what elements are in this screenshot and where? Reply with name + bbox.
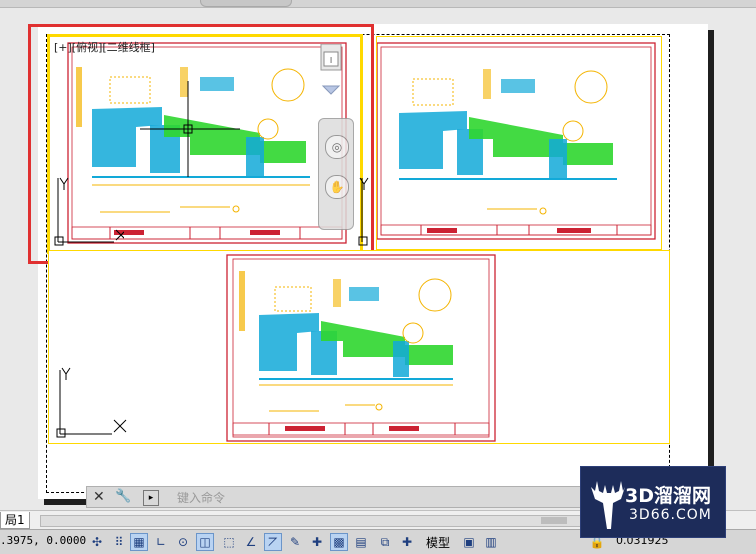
watermark-url: 3D66.COM	[629, 507, 712, 523]
osnap-icon[interactable]: ⬚	[220, 533, 238, 551]
drawing-sheet	[226, 254, 496, 442]
brand-watermark: 3D溜溜网 3D66.COM	[580, 466, 726, 538]
viewcube[interactable]: I	[319, 43, 343, 100]
svg-text:I: I	[330, 56, 332, 65]
viewport-top-right[interactable]	[376, 36, 662, 250]
watermark-brand: 3D溜溜网	[625, 485, 711, 507]
horizontal-scrollbar[interactable]	[40, 515, 582, 527]
units-icon[interactable]: ⧉	[376, 533, 394, 551]
scrollbar-thumb[interactable]	[541, 517, 567, 524]
ucs-icon	[358, 174, 378, 249]
viewport-bottom[interactable]	[48, 250, 670, 444]
tab-layout[interactable]: 局1	[0, 512, 30, 529]
wrench-icon[interactable]: 🔧	[115, 489, 131, 505]
command-line[interactable]: ✕ 🔧 ▸	[86, 486, 606, 508]
command-input[interactable]	[175, 488, 599, 508]
close-icon[interactable]: ✕	[93, 489, 107, 505]
selection-cycling-icon[interactable]: ▩	[330, 533, 348, 551]
coordinate-readout: .3975, 0.0000	[0, 534, 87, 547]
model-space-button[interactable]: 模型	[426, 534, 450, 551]
grid-icon[interactable]: ▦	[130, 533, 148, 551]
snap-icon[interactable]: ✣	[88, 533, 106, 551]
drawing-sheet	[377, 42, 656, 240]
command-prompt-icon[interactable]: ▸	[143, 490, 159, 506]
deer-logo-icon	[591, 481, 625, 529]
layout-viewports-icon[interactable]: ▥	[482, 533, 500, 551]
ucs-icon	[56, 366, 136, 441]
annotation-monitor-icon[interactable]: ▤	[352, 533, 370, 551]
window-top-strip	[0, 0, 756, 8]
isodraft-icon[interactable]: ◫	[196, 533, 214, 551]
dynamic-input-icon[interactable]: ⦢	[264, 533, 282, 551]
maximize-viewport-icon[interactable]: ▣	[460, 533, 478, 551]
osnap-tracking-icon[interactable]: ∠	[242, 533, 260, 551]
document-tab-stub[interactable]	[200, 0, 292, 7]
navigation-bar[interactable]: ◎ ✋	[318, 118, 354, 230]
lineweight-icon[interactable]: ✎	[286, 533, 304, 551]
polar-icon[interactable]: ⊙	[174, 533, 192, 551]
quick-properties-icon[interactable]: ✚	[398, 533, 416, 551]
steering-wheel-icon[interactable]: ◎	[325, 135, 349, 159]
ortho-icon[interactable]: ∟	[152, 533, 170, 551]
grid-snap-icon[interactable]: ⠿	[110, 533, 128, 551]
transparency-icon[interactable]: ✚	[308, 533, 326, 551]
pan-hand-icon[interactable]: ✋	[325, 175, 349, 199]
